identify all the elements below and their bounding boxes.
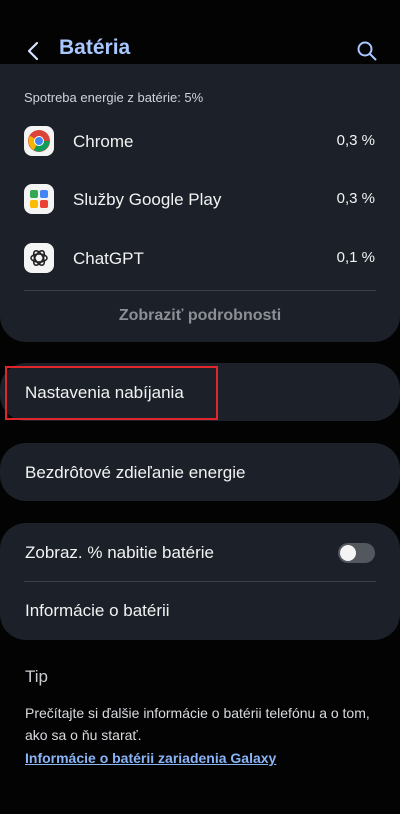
show-percentage-row[interactable]: Zobraz. % nabitie batérie bbox=[0, 523, 400, 581]
battery-screen: Batéria Spotreba energie z batérie: 5% C… bbox=[0, 0, 400, 814]
app-percent: 0,1 % bbox=[336, 249, 375, 266]
back-arrow-icon[interactable] bbox=[18, 36, 48, 66]
toggle-knob bbox=[340, 545, 356, 561]
galaxy-battery-info-link[interactable]: Informácie o batérii zariadenia Galaxy bbox=[25, 750, 276, 766]
app-usage-card: Spotreba energie z batérie: 5% Chrome 0,… bbox=[0, 64, 400, 342]
app-name: Služby Google Play bbox=[73, 190, 222, 209]
divider bbox=[24, 290, 376, 291]
battery-info-row[interactable]: Informácie o batérii bbox=[0, 582, 400, 640]
page-title: Batéria bbox=[59, 36, 131, 59]
app-row-chrome[interactable]: Chrome 0,3 % bbox=[0, 120, 400, 164]
google-play-services-icon bbox=[24, 184, 54, 214]
app-percent: 0,3 % bbox=[336, 190, 375, 207]
chrome-icon bbox=[24, 126, 54, 156]
app-row-chatgpt[interactable]: ChatGPT 0,1 % bbox=[0, 237, 400, 281]
show-percentage-label: Zobraz. % nabitie batérie bbox=[25, 543, 214, 562]
wireless-power-sharing-label: Bezdrôtové zdieľanie energie bbox=[25, 463, 246, 482]
view-details-button[interactable]: Zobraziť podrobnosti bbox=[0, 296, 400, 336]
usage-summary: Spotreba energie z batérie: 5% bbox=[24, 90, 204, 105]
wireless-power-sharing-item[interactable]: Bezdrôtové zdieľanie energie bbox=[0, 443, 400, 501]
highlight-box bbox=[5, 366, 218, 420]
app-row-google-play-services[interactable]: Služby Google Play 0,3 % bbox=[0, 178, 400, 222]
app-name: Chrome bbox=[73, 132, 134, 151]
battery-options-card: Zobraz. % nabitie batérie Informácie o b… bbox=[0, 523, 400, 640]
app-percent: 0,3 % bbox=[336, 132, 375, 149]
chatgpt-icon bbox=[24, 243, 54, 273]
battery-info-label: Informácie o batérii bbox=[25, 601, 170, 620]
search-icon[interactable] bbox=[352, 36, 382, 66]
tip-text: Prečítajte si ďalšie informácie o batéri… bbox=[25, 705, 370, 743]
show-percentage-toggle[interactable] bbox=[338, 543, 375, 563]
tip-title: Tip bbox=[25, 667, 48, 686]
app-name: ChatGPT bbox=[73, 249, 144, 268]
